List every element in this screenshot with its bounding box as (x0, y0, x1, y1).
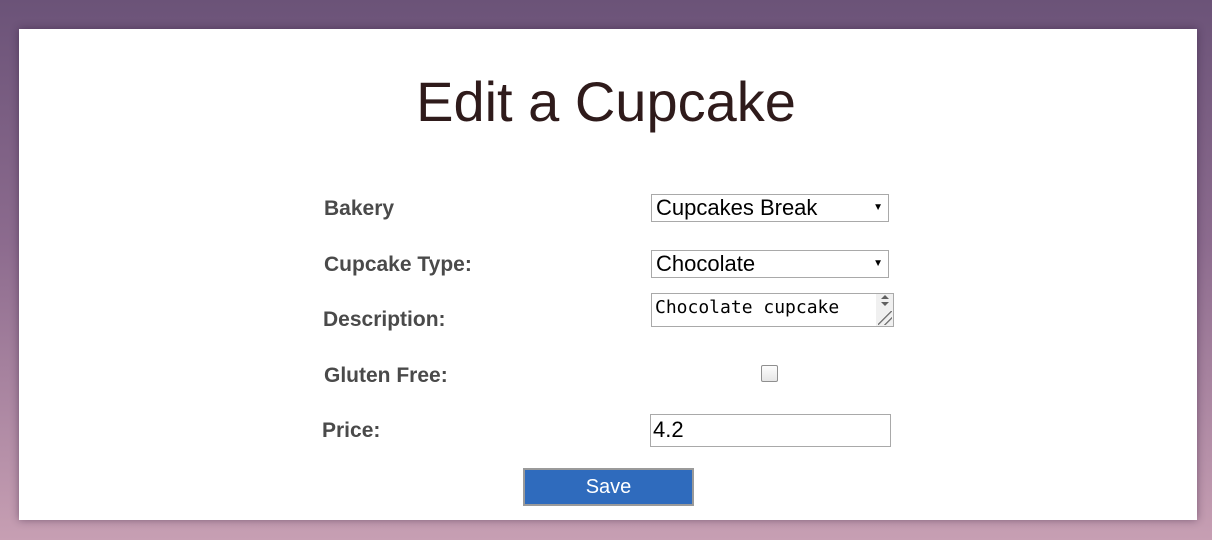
bakery-select[interactable]: Cupcakes Break ▼ (651, 194, 889, 222)
dropdown-arrow-icon: ▼ (873, 202, 883, 213)
save-button[interactable]: Save (523, 468, 694, 506)
cupcake-type-select-value: Chocolate (656, 251, 756, 276)
gluten-free-label: Gluten Free: (324, 364, 448, 387)
scroll-down-icon[interactable] (881, 302, 889, 306)
gluten-free-checkbox[interactable] (761, 365, 778, 382)
description-textarea-value: Chocolate cupcake (655, 297, 840, 318)
resize-grip-icon[interactable] (878, 311, 892, 325)
cupcake-type-select[interactable]: Chocolate ▼ (651, 250, 889, 278)
bakery-label: Bakery (324, 197, 395, 220)
scroll-up-icon[interactable] (881, 295, 889, 299)
price-label: Price: (322, 419, 381, 442)
description-label: Description: (323, 308, 446, 331)
description-textarea[interactable]: Chocolate cupcake (651, 293, 894, 327)
page-title: Edit a Cupcake (416, 70, 796, 133)
cupcake-type-label: Cupcake Type: (324, 253, 472, 276)
dropdown-arrow-icon: ▼ (873, 258, 883, 269)
price-input-value: 4.2 (653, 417, 684, 442)
price-input[interactable]: 4.2 (650, 414, 891, 447)
bakery-select-value: Cupcakes Break (656, 195, 818, 220)
